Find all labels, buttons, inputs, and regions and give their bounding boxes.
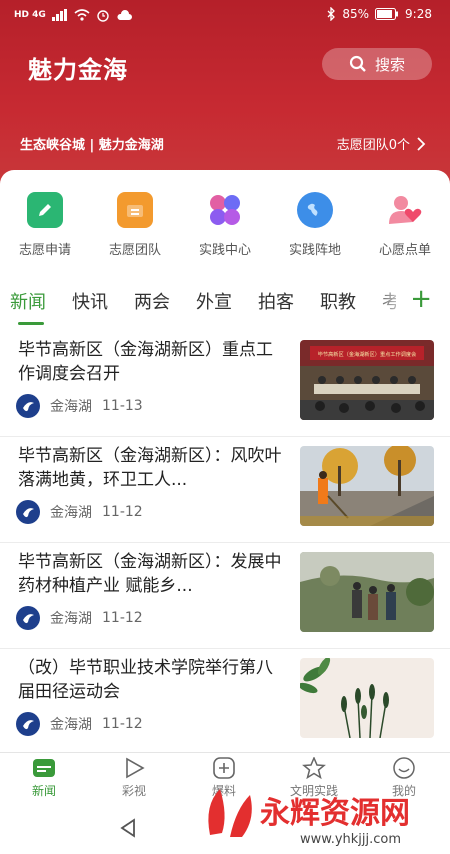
news-item[interactable]: （改）毕节职业技术学院举行第八届田径运动会 金海湖 11-12 [0, 648, 450, 755]
source-logo-icon [16, 606, 40, 630]
source-logo-icon [16, 712, 40, 736]
quick-link-label: 志愿申请 [18, 243, 71, 258]
slogan: 生态峡谷城 | 魅力金海湖 [20, 138, 164, 153]
search-icon [349, 55, 366, 72]
quick-link-volunteer-apply[interactable]: 志愿申请 [0, 188, 90, 258]
search-button[interactable]: 搜索 [322, 48, 432, 80]
news-source: 金海湖 [50, 611, 92, 627]
news-meta: 金海湖 11-12 [16, 606, 143, 630]
watermark-url: www.yhkjjj.com [300, 832, 401, 847]
grid-icon [207, 192, 243, 228]
tab-publicity[interactable]: 外宣 [196, 288, 232, 314]
tab-flash[interactable]: 快讯 [72, 288, 108, 314]
news-item[interactable]: 毕节高新区（金海湖新区）：发展中药材种植产业 赋能乡... 金海湖 11-12 [0, 542, 450, 649]
nav-label: 彩视 [121, 784, 146, 798]
category-tabs: 新闻 快讯 两会 外宣 拍客 职教 考 + [0, 282, 450, 330]
quick-link-practice-base[interactable]: 实践阵地 [270, 188, 360, 258]
news-item[interactable]: 毕节高新区（金海湖新区）重点工作调度会召开 金海湖 11-13 毕节高新区（金海… [0, 330, 450, 437]
app-title: 魅力金海 [28, 56, 128, 84]
news-item[interactable]: 毕节高新区（金海湖新区）：风吹叶落满地黄，环卫工人... 金海湖 11-12 [0, 436, 450, 543]
news-meta: 金海湖 11-12 [16, 500, 143, 524]
quick-link-label: 实践中心 [198, 243, 251, 258]
news-nav-icon [33, 759, 55, 777]
alarm-icon [97, 10, 109, 22]
chevron-right-icon [417, 136, 426, 151]
news-date: 11-13 [102, 398, 143, 414]
source-logo-icon [16, 394, 40, 418]
nav-video[interactable]: 彩视 [94, 757, 174, 799]
battery-icon [375, 8, 399, 20]
tab-fade [370, 282, 410, 322]
news-source: 金海湖 [50, 505, 92, 521]
news-title: 毕节高新区（金海湖新区）重点工作调度会召开 [18, 340, 273, 384]
search-label: 搜索 [374, 55, 405, 74]
user-heart-icon [387, 192, 423, 228]
news-source: 金海湖 [50, 399, 92, 415]
quick-link-label: 志愿团队 [108, 243, 161, 258]
bluetooth-icon [327, 7, 336, 21]
status-bar: HD 4G 85% 9:28 [0, 0, 450, 30]
news-thumbnail: 毕节高新区（金海湖新区）重点工作调度会 [300, 340, 434, 420]
clock: 9:28 [405, 7, 432, 21]
signal-icon [51, 9, 67, 21]
news-thumbnail [300, 658, 434, 738]
pencil-icon [27, 192, 63, 228]
news-date: 11-12 [102, 716, 143, 732]
news-source: 金海湖 [50, 717, 92, 733]
news-thumbnail [300, 552, 434, 632]
globe-icon [297, 192, 333, 228]
tab-photographer[interactable]: 拍客 [258, 288, 294, 314]
volunteer-team-link[interactable]: 志愿团队0个 [337, 134, 426, 153]
play-icon [126, 757, 145, 779]
quick-link-label: 实践阵地 [288, 243, 341, 258]
add-tab-button[interactable]: + [410, 284, 432, 314]
watermark-brand: 永辉资源网 [260, 796, 410, 831]
quick-link-volunteer-team[interactable]: 志愿团队 [90, 188, 180, 258]
tab-active-indicator [18, 322, 44, 325]
quick-links: 志愿申请 志愿团队 实践中心 实践阵地 心愿点单 [0, 188, 450, 268]
wifi-icon [74, 9, 90, 21]
news-thumbnail [300, 446, 434, 526]
source-logo-icon [16, 500, 40, 524]
news-title: （改）毕节职业技术学院举行第八届田径运动会 [18, 658, 273, 702]
cloud-icon [117, 10, 132, 20]
quick-link-practice-center[interactable]: 实践中心 [180, 188, 270, 258]
battery-percent: 85% [342, 7, 370, 21]
news-title: 毕节高新区（金海湖新区）：发展中药材种植产业 赋能乡... [18, 552, 282, 596]
content-card: 志愿申请 志愿团队 实践中心 实践阵地 心愿点单 新闻 快讯 两会 外宣 拍客 … [0, 170, 450, 850]
network-indicator: HD 4G [14, 10, 46, 20]
team-link-label: 志愿团队0个 [336, 138, 410, 153]
quick-link-label: 心愿点单 [378, 243, 431, 258]
news-meta: 金海湖 11-12 [16, 712, 143, 736]
back-icon[interactable] [118, 818, 138, 838]
tab-news[interactable]: 新闻 [10, 288, 46, 314]
watermark: 永辉资源网 www.yhkjjj.com [200, 775, 450, 850]
thumb-caption: 毕节高新区（金海湖新区）重点工作调度会 [318, 350, 417, 358]
news-title: 毕节高新区（金海湖新区）：风吹叶落满地黄，环卫工人... [18, 446, 282, 490]
quick-link-wish-order[interactable]: 心愿点单 [360, 188, 450, 258]
news-date: 11-12 [102, 610, 143, 626]
tab-vocational[interactable]: 职教 [320, 288, 356, 314]
news-date: 11-12 [102, 504, 143, 520]
briefcase-icon [117, 192, 153, 228]
nav-label: 新闻 [31, 784, 56, 798]
nav-news[interactable]: 新闻 [4, 757, 84, 799]
news-meta: 金海湖 11-13 [16, 394, 143, 418]
tab-two-sessions[interactable]: 两会 [134, 288, 170, 314]
